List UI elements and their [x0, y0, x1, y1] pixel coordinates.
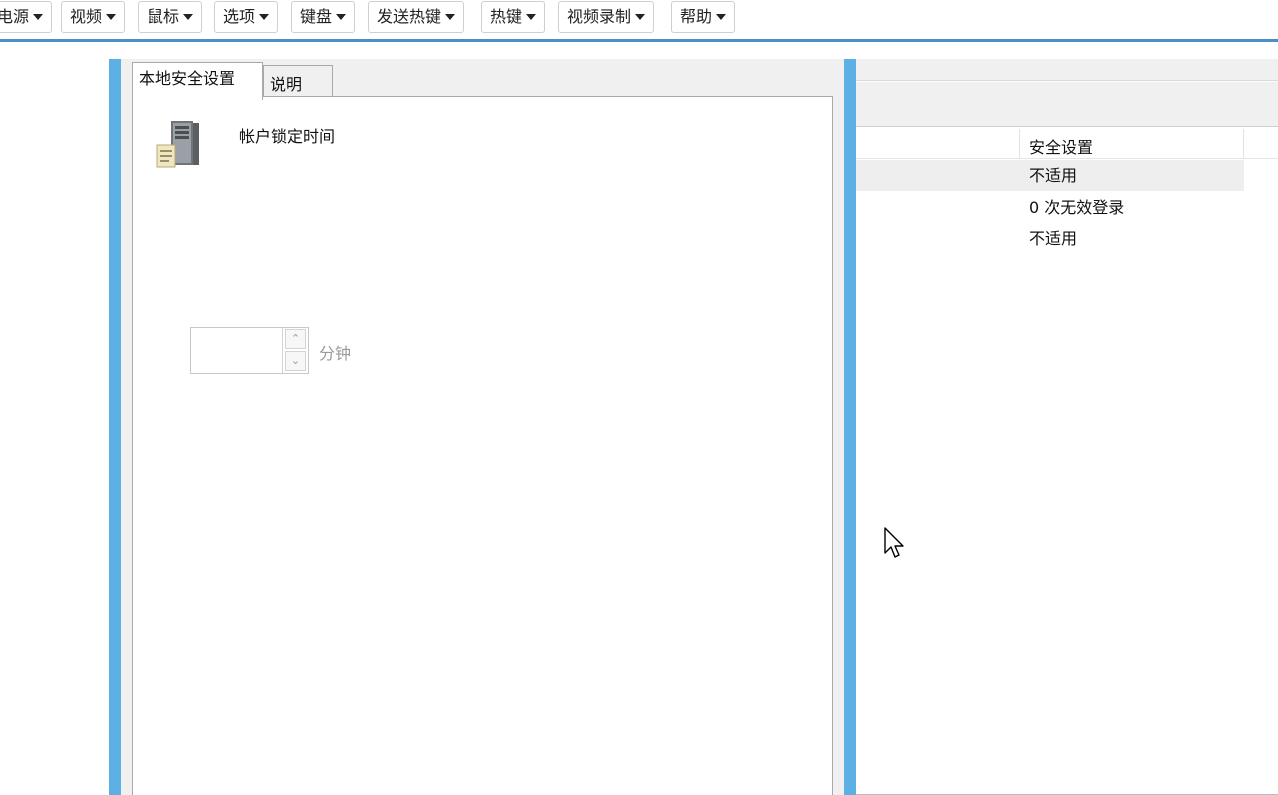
column-divider[interactable]: [1243, 129, 1244, 159]
list-item[interactable]: 不适用: [856, 223, 1244, 254]
menu-label: 鼠标: [147, 7, 180, 26]
caret-down-icon: [106, 14, 117, 20]
policy-title: 帐户锁定时间: [239, 127, 336, 146]
server-icon: [156, 121, 199, 168]
caret-down-icon: [183, 14, 194, 20]
tab-panel: 帐户锁定时间 ⌃ ⌄ 分钟: [132, 96, 833, 795]
pane-menu-strip: [856, 59, 1278, 81]
menu-label: 电源: [0, 7, 30, 26]
window-border-left: [109, 59, 121, 795]
menu-label: 键盘: [300, 7, 333, 26]
menu-video-record[interactable]: 视频录制: [558, 1, 655, 33]
policy-list-pane: 安全设置 不适用 0 次无效登录 不适用: [856, 59, 1278, 795]
menu-mouse[interactable]: 鼠标: [138, 1, 203, 33]
caret-down-icon: [526, 14, 537, 20]
list-item-value: 不适用: [1029, 166, 1078, 185]
caret-down-icon: [635, 14, 646, 20]
column-security-setting[interactable]: 安全设置: [1029, 134, 1093, 158]
menu-label: 选项: [223, 7, 256, 26]
caret-down-icon: [259, 14, 270, 20]
menu-label: 热键: [490, 7, 523, 26]
list-column-header[interactable]: 安全设置: [856, 129, 1278, 159]
mouse-pointer-icon: [884, 527, 904, 558]
caret-down-icon: [33, 14, 44, 20]
menu-options[interactable]: 选项: [214, 1, 279, 33]
duration-unit-label: 分钟: [319, 344, 352, 363]
menu-help[interactable]: 帮助: [671, 1, 736, 33]
caret-down-icon: [336, 14, 347, 20]
tab-local-security-setting[interactable]: 本地安全设置: [132, 62, 263, 100]
list-item[interactable]: 0 次无效登录: [856, 192, 1244, 223]
stepper-buttons: ⌃ ⌄: [282, 328, 308, 373]
menu-label: 视频: [70, 7, 103, 26]
tab-label: 本地安全设置: [139, 69, 236, 88]
duration-stepper[interactable]: ⌃ ⌄: [190, 327, 309, 374]
menu-power[interactable]: 电源: [0, 1, 53, 33]
list-item-value: 0 次无效登录: [1029, 198, 1125, 217]
pane-toolbar-strip: [856, 82, 1278, 127]
menu-hotkey[interactable]: 热键: [481, 1, 546, 33]
tab-explain[interactable]: 说明: [263, 65, 333, 97]
policy-properties-dialog: 本地安全设置 说明 帐户锁定时间 ⌃ ⌄ 分钟: [121, 59, 844, 795]
list-item[interactable]: 不适用: [856, 160, 1244, 191]
window-border-divider: [844, 59, 856, 795]
menu-send-hotkey[interactable]: 发送热键: [368, 1, 465, 33]
tab-label: 说明: [270, 75, 303, 94]
menu-label: 视频录制: [567, 7, 632, 26]
menu-keyboard[interactable]: 键盘: [291, 1, 356, 33]
chevron-down-icon[interactable]: ⌄: [285, 351, 306, 371]
menu-label: 帮助: [680, 7, 713, 26]
kvm-toolbar: 电源 视频 鼠标 选项 键盘 发送热键 热键 视频录制 帮助: [0, 0, 1278, 42]
caret-down-icon: [445, 14, 456, 20]
list-item-value: 不适用: [1029, 229, 1078, 248]
menu-label: 发送热键: [377, 7, 442, 26]
column-divider[interactable]: [1019, 129, 1020, 159]
menu-video[interactable]: 视频: [61, 1, 126, 33]
chevron-up-icon[interactable]: ⌃: [285, 329, 306, 349]
caret-down-icon: [716, 14, 727, 20]
